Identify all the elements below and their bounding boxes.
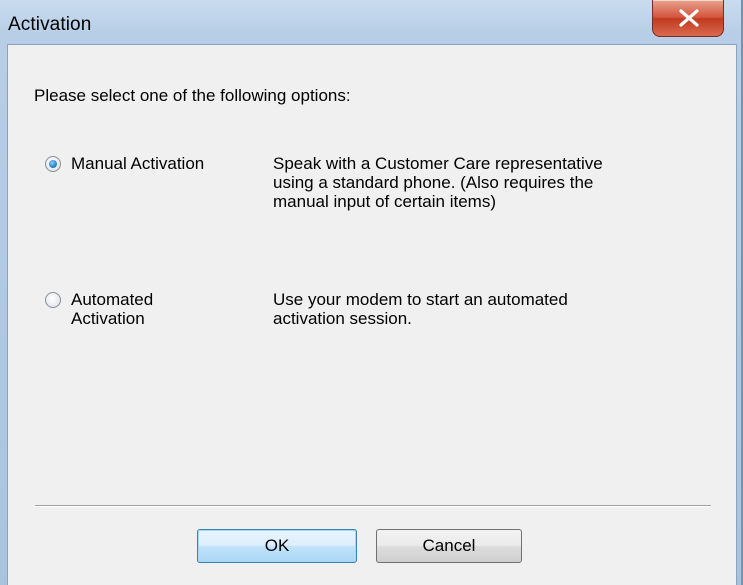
ok-button[interactable]: OK — [197, 529, 357, 563]
close-icon — [679, 9, 699, 27]
radio-selected-dot — [49, 160, 57, 168]
manual-activation-description: Speak with a Customer Care representativ… — [273, 154, 603, 211]
automated-activation-radio[interactable] — [45, 292, 61, 308]
automated-activation-description: Use your modem to start an automated act… — [273, 290, 568, 328]
automated-activation-label[interactable]: Automated Activation — [71, 290, 153, 328]
manual-activation-label[interactable]: Manual Activation — [71, 154, 204, 173]
close-button[interactable] — [652, 0, 724, 37]
window-title: Activation — [8, 14, 92, 35]
instruction-text: Please select one of the following optio… — [34, 86, 351, 105]
title-bar[interactable]: Activation — [0, 0, 743, 44]
button-separator — [35, 505, 711, 507]
manual-activation-radio[interactable] — [45, 156, 61, 172]
cancel-button[interactable]: Cancel — [376, 529, 522, 563]
